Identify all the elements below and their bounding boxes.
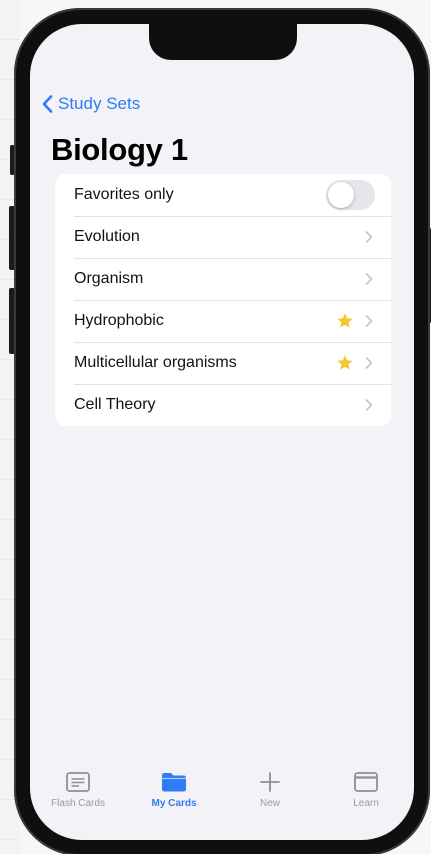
star-icon: [337, 313, 353, 328]
folder-icon: [162, 773, 186, 792]
list-item-label: Evolution: [74, 228, 140, 245]
star-icon: [337, 355, 353, 370]
list-item-hydrophobic[interactable]: Hydrophobic: [55, 300, 391, 342]
chevron-left-icon: [42, 95, 53, 113]
list-item-cell-theory[interactable]: Cell Theory: [55, 384, 391, 426]
tab-flash-cards[interactable]: Flash Cards: [30, 768, 126, 818]
phone-frame: Study Sets Biology 1 Favorites only Evol…: [14, 8, 430, 854]
chevron-right-icon: [365, 315, 373, 327]
chevron-right-icon: [365, 231, 373, 243]
list-item-label: Organism: [74, 270, 144, 287]
back-label: Study Sets: [58, 94, 141, 113]
notch: [149, 24, 297, 60]
page-title: Biology 1: [51, 132, 188, 167]
tab-bar: Flash Cards My Cards New Learn: [30, 768, 414, 818]
chevron-right-icon: [365, 357, 373, 369]
device-stage: Study Sets Biology 1 Favorites only Evol…: [0, 0, 431, 854]
flashcards-icon: [66, 772, 90, 792]
cards-list: Favorites only Evolution Organism Hydrop…: [55, 174, 391, 426]
tab-learn[interactable]: Learn: [318, 768, 414, 818]
list-item-label: Cell Theory: [74, 396, 156, 413]
plus-icon: [260, 772, 280, 792]
list-item-multicellular-organisms[interactable]: Multicellular organisms: [55, 342, 391, 384]
tab-label: New: [259, 798, 280, 809]
list-item-evolution[interactable]: Evolution: [55, 216, 391, 258]
phone-screen: Study Sets Biology 1 Favorites only Evol…: [30, 24, 414, 840]
tab-label: Learn: [353, 798, 379, 809]
favorites-toggle[interactable]: [326, 180, 375, 210]
tab-label: My Cards: [151, 798, 197, 809]
tab-label: Flash Cards: [51, 798, 105, 809]
toggle-knob: [328, 182, 354, 208]
favorites-row: Favorites only: [55, 174, 391, 216]
list-item-organism[interactable]: Organism: [55, 258, 391, 300]
back-button[interactable]: Study Sets: [42, 92, 140, 116]
tab-new[interactable]: New: [222, 768, 318, 818]
window-icon: [354, 772, 378, 792]
chevron-right-icon: [365, 399, 373, 411]
chevron-right-icon: [365, 273, 373, 285]
tab-my-cards[interactable]: My Cards: [126, 768, 222, 818]
